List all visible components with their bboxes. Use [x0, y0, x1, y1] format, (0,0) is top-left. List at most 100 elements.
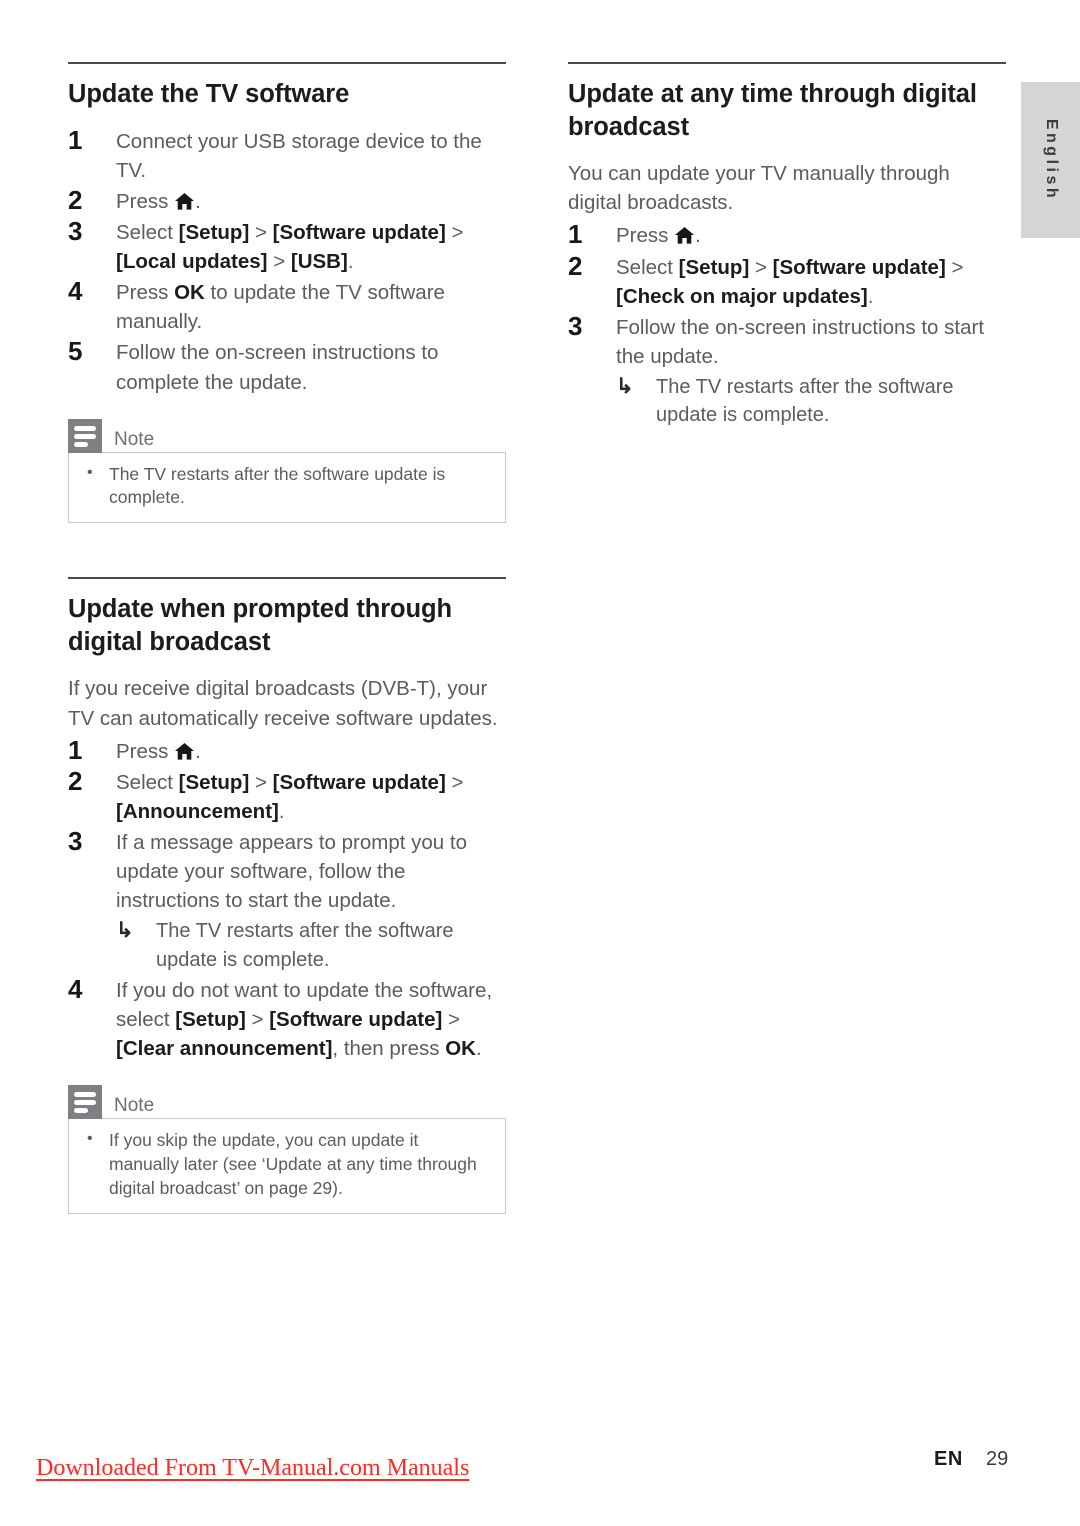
step-text: Press .	[116, 187, 506, 216]
note-icon	[68, 1085, 102, 1120]
footer-locale-code: EN	[934, 1448, 963, 1470]
note-header: Note	[68, 418, 506, 453]
step-text: Select [Setup] > [Software update] > [An…	[116, 768, 506, 826]
left-column: Update the TV software 1 Connect your US…	[68, 62, 506, 1214]
manual-page: English Update the TV software 1 Connect…	[0, 0, 1080, 1526]
page-title: Update the TV software	[68, 80, 350, 108]
key-token: OK	[445, 1037, 476, 1061]
steps-list: 1 Press . 2 Select [Setup] > [Software u…	[68, 734, 506, 1064]
watermark-link[interactable]: Downloaded From TV-Manual.com Manuals	[36, 1455, 469, 1482]
menu-path-token: [Setup]	[178, 770, 250, 794]
note-box: Note If you skip the update, you can upd…	[68, 1085, 506, 1214]
step-result-text: The TV restarts after the software updat…	[156, 920, 454, 971]
step-number: 5	[68, 336, 83, 367]
step-text-after: .	[195, 739, 201, 763]
note-list: The TV restarts after the software updat…	[83, 462, 491, 511]
step-number: 3	[568, 310, 583, 341]
menu-path-token: [Clear announcement]	[116, 1037, 333, 1061]
step-item: 3 Select [Setup] > [Software update] > […	[68, 215, 506, 276]
step-result: ↳ The TV restarts after the software upd…	[616, 373, 1006, 430]
step-text: Follow the on-screen instructions to sta…	[616, 315, 985, 368]
step-number: 4	[68, 276, 83, 307]
language-tab-label: English	[1042, 118, 1060, 202]
step-item: 4 Press OK to update the TV software man…	[68, 276, 506, 336]
section-intro: If you receive digital broadcasts (DVB-T…	[68, 677, 498, 730]
step-text: Connect your USB storage device to the T…	[116, 129, 482, 182]
step-text: Press .	[616, 221, 1006, 250]
step-text-before: Press	[116, 739, 175, 763]
menu-path-token: [Check on major updates]	[616, 284, 868, 308]
note-icon-bar	[74, 1108, 88, 1114]
step-result: ↳ The TV restarts after the software upd…	[116, 917, 506, 974]
note-header: Note	[68, 1085, 506, 1120]
hook-arrow-icon: ↳	[616, 375, 634, 399]
menu-path-token: [Software update]	[272, 770, 446, 794]
note-icon	[68, 418, 102, 453]
step-text: Follow the on-screen instructions to com…	[116, 341, 439, 394]
section-rule	[68, 62, 506, 64]
steps-list: 1 Connect your USB storage device to the…	[68, 125, 506, 397]
section-heading: Update at any time through digital broad…	[568, 80, 977, 141]
section-update-when-prompted: Update when prompted through digital bro…	[68, 577, 506, 1214]
menu-path-token: [Setup]	[678, 255, 750, 279]
note-list-item: The TV restarts after the software updat…	[83, 462, 491, 511]
menu-path-token: [USB]	[290, 250, 348, 274]
step-item: 5 Follow the on-screen instructions to c…	[68, 336, 506, 396]
step-item: 2 Select [Setup] > [Software update] > […	[568, 251, 1006, 311]
footer-page-number: 29	[986, 1448, 1009, 1470]
note-title: Note	[114, 1095, 155, 1117]
step-item: 2 Select [Setup] > [Software update] > […	[68, 766, 506, 826]
step-text-before: Press	[116, 189, 175, 213]
step-item: 1 Press .	[568, 219, 1006, 250]
step-text-after: .	[347, 250, 354, 274]
note-box: Note The TV restarts after the software …	[68, 418, 506, 524]
step-text-after: .	[195, 189, 201, 213]
step-text: Press OK to update the TV software manua…	[116, 278, 506, 336]
step-text: Press .	[116, 737, 506, 766]
home-icon	[675, 227, 695, 245]
path-separator: >	[749, 255, 773, 279]
menu-path-token: [Announcement]	[116, 799, 279, 823]
step-text: If you do not want to update the softwar…	[116, 976, 506, 1063]
step-text-after: .	[278, 799, 285, 823]
step-number: 1	[568, 219, 583, 250]
path-separator: >	[245, 1008, 270, 1032]
step-item: 3 If a message appears to prompt you to …	[68, 826, 506, 974]
step-result-text: The TV restarts after the software updat…	[656, 376, 954, 427]
step-number: 1	[68, 734, 83, 765]
step-text: Select [Setup] > [Software update] > [Ch…	[616, 253, 1006, 311]
menu-path-token: [Local updates]	[116, 250, 268, 274]
key-token: OK	[174, 281, 205, 305]
hook-arrow-icon: ↳	[116, 919, 134, 943]
step-number: 3	[68, 826, 83, 856]
path-separator: >	[442, 1008, 461, 1032]
menu-path-token: [Setup]	[175, 1008, 246, 1032]
section-update-tv-software: Update the TV software 1 Connect your US…	[68, 62, 506, 524]
home-icon	[175, 192, 195, 210]
step-item: 1 Connect your USB storage device to the…	[68, 125, 506, 185]
step-number: 4	[68, 974, 83, 1005]
menu-path-token: [Software update]	[269, 1008, 443, 1032]
path-separator: >	[267, 250, 291, 274]
step-text: If a message appears to prompt you to up…	[116, 831, 467, 913]
step-item: 2 Press .	[68, 185, 506, 216]
section-rule	[68, 577, 506, 580]
step-text: Select [Setup] > [Software update] > [Lo…	[116, 218, 506, 276]
step-item: 4 If you do not want to update the softw…	[68, 974, 506, 1063]
path-separator: >	[945, 255, 964, 279]
section-update-any-time: Update at any time through digital broad…	[568, 62, 1006, 430]
step-item: 1 Press .	[68, 734, 506, 766]
step-text-before: Select	[616, 255, 679, 279]
step-number: 3	[68, 215, 83, 246]
step-text-before: Select	[116, 220, 179, 244]
step-text-before: Press	[116, 281, 175, 305]
note-body: The TV restarts after the software updat…	[68, 451, 506, 524]
note-body: If you skip the update, you can update i…	[68, 1118, 506, 1214]
section-rule	[568, 62, 1006, 64]
section-heading: Update when prompted through digital bro…	[68, 595, 452, 656]
menu-path-token: [Software update]	[772, 255, 946, 279]
path-separator: >	[249, 770, 273, 794]
path-separator: >	[445, 220, 464, 244]
steps-list: 1 Press . 2 Select [Setup] > [Software u…	[568, 219, 1006, 430]
